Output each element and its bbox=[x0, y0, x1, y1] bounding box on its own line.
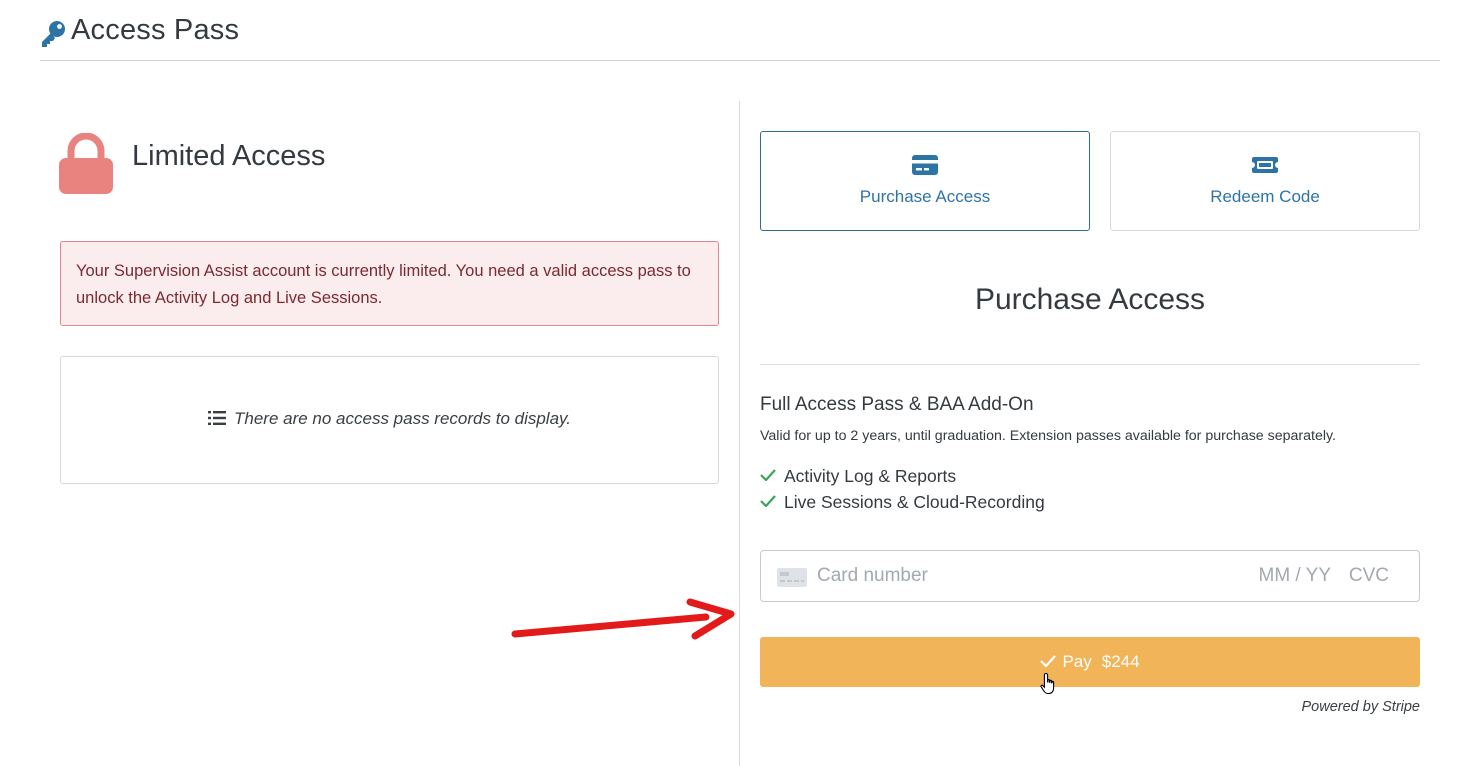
pay-button-label: Pay bbox=[1062, 652, 1092, 671]
feature-label: Live Sessions & Cloud-Recording bbox=[784, 492, 1045, 512]
list-icon bbox=[207, 411, 226, 425]
tab-redeem-code-label: Redeem Code bbox=[1210, 187, 1320, 206]
card-expiry-input[interactable]: MM / YY bbox=[1259, 565, 1332, 587]
check-icon bbox=[760, 469, 776, 481]
credit-card-icon bbox=[912, 155, 938, 175]
pay-button[interactable]: Pay $244 bbox=[760, 637, 1420, 687]
column-divider bbox=[739, 101, 740, 766]
lock-icon bbox=[59, 133, 113, 194]
check-icon bbox=[1040, 655, 1057, 667]
page-title: Access Pass bbox=[71, 14, 240, 46]
card-brand-icon bbox=[777, 568, 807, 587]
card-input-field[interactable]: Card number MM / YY CVC bbox=[760, 550, 1420, 602]
feature-label: Activity Log & Reports bbox=[784, 466, 957, 486]
check-icon bbox=[760, 495, 776, 507]
tab-purchase-access-label: Purchase Access bbox=[859, 187, 991, 206]
hand-cursor-icon bbox=[1040, 672, 1055, 695]
pass-name: Full Access Pass & BAA Add-On bbox=[760, 394, 1034, 415]
red-arrow-annotation bbox=[511, 598, 735, 640]
empty-state: There are no access pass records to disp… bbox=[61, 409, 718, 429]
card-cvc-input[interactable]: CVC bbox=[1349, 565, 1389, 587]
ticket-icon bbox=[1252, 157, 1278, 173]
purchase-heading: Purchase Access bbox=[974, 283, 1206, 316]
tab-purchase-access[interactable]: Purchase Access bbox=[760, 131, 1090, 231]
section-divider bbox=[760, 364, 1420, 365]
pass-description: Valid for up to 2 years, until graduatio… bbox=[760, 428, 1336, 444]
feature-item: Activity Log & Reports bbox=[760, 466, 956, 487]
page-header: Access Pass bbox=[40, 0, 1440, 61]
feature-item: Live Sessions & Cloud-Recording bbox=[760, 492, 1045, 513]
limited-access-alert: Your Supervision Assist account is curre… bbox=[60, 241, 719, 326]
pay-amount: $244 bbox=[1101, 652, 1140, 671]
key-icon bbox=[42, 21, 65, 47]
limited-access-title: Limited Access bbox=[132, 140, 326, 172]
access-pass-records-card: There are no access pass records to disp… bbox=[60, 356, 719, 484]
powered-by-stripe: Powered by Stripe bbox=[1301, 699, 1420, 715]
empty-state-text: There are no access pass records to disp… bbox=[233, 409, 571, 428]
card-number-input[interactable]: Card number bbox=[817, 565, 928, 587]
tab-redeem-code[interactable]: Redeem Code bbox=[1110, 131, 1420, 231]
